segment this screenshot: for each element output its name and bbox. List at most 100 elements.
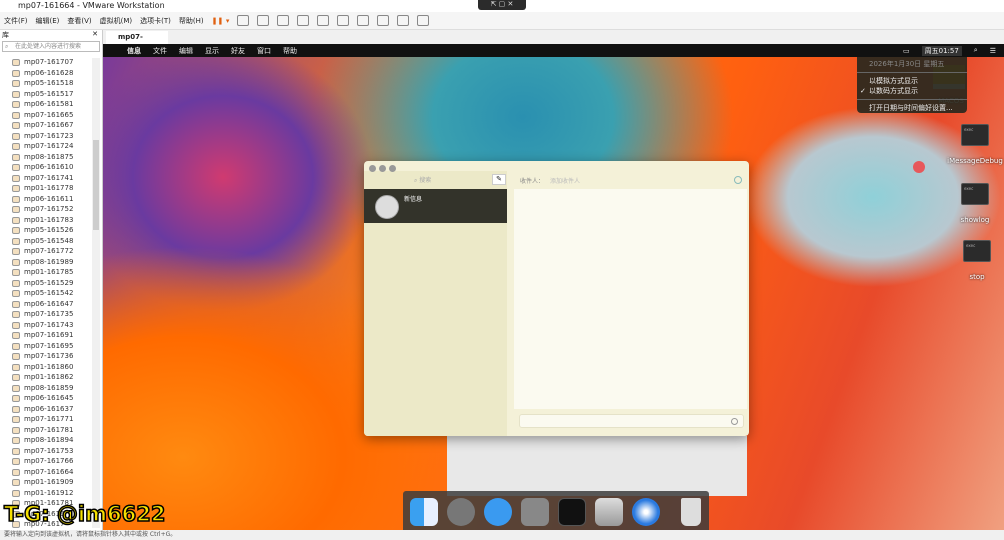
spotlight-icon[interactable]: ⌕ <box>974 46 978 55</box>
vm-list-item[interactable]: mp05-161548 <box>0 236 92 247</box>
menu-item-datetime-prefs[interactable]: 打开日期与时间偏好设置... <box>857 103 967 113</box>
vm-list-item[interactable]: mp01-161860 <box>0 362 92 373</box>
vm-list-item[interactable]: mp01-161785 <box>0 267 92 278</box>
vm-list-item[interactable]: mp07-161664 <box>0 467 92 478</box>
desktop-icon-label[interactable]: stop <box>947 273 1004 281</box>
mac-menu-file[interactable]: 文件 <box>153 46 167 56</box>
menu-item-analog[interactable]: 以模拟方式显示 <box>857 76 967 86</box>
vm-list-item[interactable]: mp08-161875 <box>0 152 92 163</box>
vm-list-item[interactable]: mp07-161707 <box>0 57 92 68</box>
mac-menu-buddies[interactable]: 好友 <box>231 46 245 56</box>
script-icon[interactable]: exec <box>961 124 989 146</box>
activity-monitor-icon[interactable] <box>558 498 586 526</box>
vm-list-item[interactable]: mp01-161862 <box>0 372 92 383</box>
vm-list-item[interactable]: mp07-161736 <box>0 351 92 362</box>
vm-list-item[interactable]: mp01-161783 <box>0 215 92 226</box>
unity-icon[interactable] <box>377 15 390 26</box>
vm-list-item[interactable]: mp08-161894 <box>0 435 92 446</box>
vm-list-item[interactable]: mp07-161667 <box>0 120 92 131</box>
finder-icon[interactable] <box>410 498 438 526</box>
menu-help[interactable]: 帮助(H) <box>179 16 204 26</box>
desktop-icon-label[interactable]: showlog <box>945 216 1004 224</box>
vm-list-item[interactable]: mp07-161781 <box>0 425 92 436</box>
screen-mirror-icon[interactable]: ▭ <box>903 47 910 55</box>
vm-list-item[interactable]: mp06-161610 <box>0 162 92 173</box>
fullscreen-icon[interactable] <box>357 15 370 26</box>
menu-item-digital[interactable]: ✓ 以数码方式显示 <box>857 86 967 96</box>
revert-snapshot-icon[interactable] <box>277 15 290 26</box>
vm-list-item[interactable]: mp05-161542 <box>0 288 92 299</box>
vm-list-item[interactable]: mp07-161723 <box>0 131 92 142</box>
vm-list-item[interactable]: mp07-161695 <box>0 341 92 352</box>
close-icon[interactable]: ✕ <box>92 30 98 40</box>
vm-list-item[interactable]: mp05-161518 <box>0 78 92 89</box>
menu-tabs[interactable]: 选项卡(T) <box>140 16 171 26</box>
trash-icon[interactable] <box>681 498 701 526</box>
fullscreen-toolbar[interactable]: ⇱ ▢ ✕ <box>478 0 526 10</box>
library-search-input[interactable]: ⌕ 在此处键入内容进行搜索 <box>2 41 100 52</box>
safari-icon[interactable] <box>632 498 660 526</box>
mac-menu-window[interactable]: 窗口 <box>257 46 271 56</box>
vm-list-item[interactable]: mp05-161529 <box>0 278 92 289</box>
close-button[interactable] <box>369 165 376 172</box>
notification-center-icon[interactable]: ☰ <box>990 47 996 55</box>
snapshot-manager-icon[interactable] <box>297 15 310 26</box>
vm-list-item[interactable]: mp07-161752 <box>0 204 92 215</box>
vm-list-item[interactable]: mp07-161665 <box>0 110 92 121</box>
menu-file[interactable]: 文件(F) <box>4 16 28 26</box>
mac-menu-edit[interactable]: 编辑 <box>179 46 193 56</box>
minimize-button[interactable] <box>379 165 386 172</box>
menu-view[interactable]: 查看(V) <box>67 16 91 26</box>
tab-vm[interactable]: mp07-161664 ✕ <box>106 31 168 54</box>
mac-menu-help[interactable]: 帮助 <box>283 46 297 56</box>
desktop-icon-label[interactable]: iMessageDebug <box>945 157 1004 165</box>
vm-list-item[interactable]: mp07-161741 <box>0 173 92 184</box>
vm-list-item[interactable]: mp01-161778 <box>0 183 92 194</box>
installer-icon[interactable] <box>595 498 623 526</box>
pause-icon[interactable]: ❚❚ ▾ <box>212 17 230 25</box>
scrollbar-thumb[interactable] <box>93 140 99 230</box>
messages-search-input[interactable]: ⌕ 搜索 <box>414 175 484 185</box>
mac-menu-view[interactable]: 显示 <box>205 46 219 56</box>
menu-edit[interactable]: 编辑(E) <box>36 16 60 26</box>
library-view-icon[interactable] <box>317 15 330 26</box>
script-icon[interactable]: exec <box>961 183 989 205</box>
vm-list-item[interactable]: mp06-161581 <box>0 99 92 110</box>
zoom-button[interactable] <box>389 165 396 172</box>
vm-list-item[interactable]: mp06-161647 <box>0 299 92 310</box>
vm-list-item[interactable]: mp05-161517 <box>0 89 92 100</box>
console-icon[interactable] <box>397 15 410 26</box>
library-scrollbar[interactable] <box>92 58 100 528</box>
vm-list-item[interactable]: mp06-161645 <box>0 393 92 404</box>
messages-icon[interactable] <box>484 498 512 526</box>
recipient-input[interactable]: 添加收件人 <box>550 176 580 185</box>
menu-vm[interactable]: 虚拟机(M) <box>100 16 133 26</box>
vm-list-item[interactable]: mp07-161724 <box>0 141 92 152</box>
vm-list-item[interactable]: mp07-161743 <box>0 320 92 331</box>
stretch-icon[interactable] <box>417 15 430 26</box>
vm-list-item[interactable]: mp07-161771 <box>0 414 92 425</box>
snapshot-icon[interactable] <box>257 15 270 26</box>
vm-list-item[interactable]: mp05-161526 <box>0 225 92 236</box>
vm-list-item[interactable]: mp07-161691 <box>0 330 92 341</box>
compose-button[interactable]: ✎ <box>492 174 506 185</box>
thumbnail-view-icon[interactable] <box>337 15 350 26</box>
vm-list-item[interactable]: mp07-161735 <box>0 309 92 320</box>
system-preferences-icon[interactable] <box>521 498 549 526</box>
vm-list-item[interactable]: mp07-161753 <box>0 446 92 457</box>
vm-list-item[interactable]: mp07-161772 <box>0 246 92 257</box>
send-keys-icon[interactable] <box>237 15 250 26</box>
add-recipient-icon[interactable] <box>734 176 742 184</box>
clock[interactable]: 周五01:57 <box>921 45 962 56</box>
message-input[interactable] <box>519 414 744 428</box>
emoji-icon[interactable] <box>731 418 738 425</box>
vm-list-item[interactable]: mp01-161912 <box>0 488 92 499</box>
mac-menu-messages[interactable]: 信息 <box>127 46 141 56</box>
vm-list-item[interactable]: mp08-161859 <box>0 383 92 394</box>
vm-list-item[interactable]: mp06-161628 <box>0 68 92 79</box>
vm-list-item[interactable]: mp01-161909 <box>0 477 92 488</box>
vm-list-item[interactable]: mp06-161611 <box>0 194 92 205</box>
conversation-item[interactable]: 新信息 <box>364 189 507 223</box>
script-icon[interactable]: exec <box>963 240 991 262</box>
vm-list-item[interactable]: mp08-161989 <box>0 257 92 268</box>
